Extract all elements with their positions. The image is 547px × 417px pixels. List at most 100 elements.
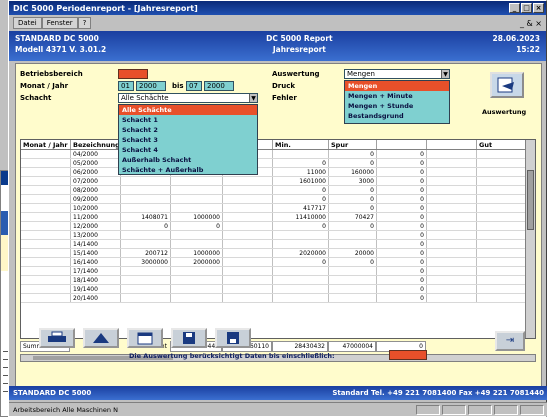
- exit-button[interactable]: ⇥: [495, 331, 525, 351]
- disk-button[interactable]: [215, 328, 251, 348]
- auswertung-option[interactable]: Bestandsgrund: [345, 111, 449, 121]
- column-header[interactable]: Bezeichnung: [71, 140, 121, 149]
- chevron-down-icon[interactable]: ▼: [441, 70, 449, 78]
- table-row[interactable]: 08/2000 0 0 0: [21, 186, 535, 195]
- table-cell: 0: [377, 177, 427, 185]
- table-cell: [273, 276, 329, 284]
- mdi-controls[interactable]: _ & ×: [520, 19, 542, 28]
- chevron-down-icon[interactable]: ▼: [249, 94, 257, 102]
- jahr-bis-field[interactable]: 2000: [204, 81, 234, 91]
- save-button[interactable]: [171, 328, 207, 348]
- monat-von-field[interactable]: 01: [118, 81, 134, 91]
- table-row[interactable]: 20/1400 0: [21, 294, 535, 303]
- table-cell: 2020000: [273, 249, 329, 257]
- table-row[interactable]: 15/1400 200712 1000000 2020000 20000 0: [21, 249, 535, 258]
- schacht-option[interactable]: Alle Schächte: [119, 105, 257, 115]
- auswertung-option[interactable]: Mengen: [345, 81, 449, 91]
- auswertung-option[interactable]: Mengen + Stunde: [345, 101, 449, 111]
- column-header[interactable]: Monat / Jahr: [21, 140, 71, 149]
- table-cell: [477, 168, 527, 176]
- schacht-option[interactable]: Schächte + Außerhalb: [119, 165, 257, 175]
- table-cell: [21, 231, 71, 239]
- minimize-button[interactable]: _: [509, 3, 520, 13]
- table-cell: 2000000: [171, 258, 223, 266]
- betriebsbereich-field[interactable]: [118, 69, 148, 79]
- table-cell: [427, 249, 477, 257]
- header-product: STANDARD DC 5000: [15, 34, 99, 43]
- table-row[interactable]: 04/2000 0 0: [21, 150, 535, 159]
- schacht-option[interactable]: Schacht 1: [119, 115, 257, 125]
- table-row[interactable]: 19/1400 0: [21, 285, 535, 294]
- table-cell: 16/1400: [71, 258, 121, 266]
- table-cell: 417717: [273, 204, 329, 212]
- table-cell: [273, 285, 329, 293]
- table-cell: [427, 195, 477, 203]
- monat-bis-field[interactable]: 07: [186, 81, 202, 91]
- table-cell: 04/2000: [71, 150, 121, 158]
- menu-datei[interactable]: Datei: [13, 17, 42, 29]
- schacht-option[interactable]: Außerhalb Schacht: [119, 155, 257, 165]
- schacht-dropdown-list[interactable]: Alle Schächte Schacht 1 Schacht 2 Schach…: [118, 104, 258, 175]
- table-cell: [427, 258, 477, 266]
- status-cell: [416, 404, 440, 415]
- schacht-option[interactable]: Schacht 2: [119, 125, 257, 135]
- table-cell: 0: [329, 159, 377, 167]
- table-row[interactable]: 06/2000 11000 160000 0: [21, 168, 535, 177]
- menu-help[interactable]: ?: [77, 17, 92, 29]
- table-cell: 0: [121, 222, 171, 230]
- maximize-button[interactable]: □: [521, 3, 532, 13]
- table-cell: 1000000: [171, 249, 223, 257]
- table-cell: [273, 150, 329, 158]
- table-row[interactable]: 09/2000 0 0 0: [21, 195, 535, 204]
- auswertung-dropdown-list[interactable]: Mengen Mengen + Minute Mengen + Stunde B…: [344, 80, 450, 124]
- table-row[interactable]: 18/1400 0: [21, 276, 535, 285]
- menu-fenster[interactable]: Fenster: [41, 17, 78, 29]
- table-row[interactable]: 05/2000 0 0 0: [21, 159, 535, 168]
- auswertung-select[interactable]: Mengen ▼: [344, 69, 450, 79]
- table-row[interactable]: 10/2000 417717 0 0: [21, 204, 535, 213]
- table-cell: [21, 204, 71, 212]
- table-row[interactable]: 14/1400 0: [21, 240, 535, 249]
- table-row[interactable]: 07/2000 1601000 3000 0: [21, 177, 535, 186]
- header-report-title: DC 5000 Report: [266, 34, 333, 43]
- table-cell: [223, 204, 273, 212]
- schacht-option[interactable]: Schacht 3: [119, 135, 257, 145]
- table-cell: [21, 195, 71, 203]
- close-button[interactable]: ×: [533, 3, 544, 13]
- column-header[interactable]: [377, 140, 427, 149]
- window-title: DIC 5000 Periodenreport - [Jahresreport]: [13, 3, 198, 13]
- table-cell: 70427: [329, 213, 377, 221]
- vertical-scrollbar[interactable]: [525, 140, 535, 338]
- table-row[interactable]: 12/2000 0 0 0 0 0: [21, 222, 535, 231]
- chart-button[interactable]: [83, 328, 119, 348]
- title-bar[interactable]: DIC 5000 Periodenreport - [Jahresreport]…: [9, 1, 546, 15]
- column-header[interactable]: Spur: [329, 140, 377, 149]
- table-row[interactable]: 16/1400 3000000 2000000 0 0 0: [21, 258, 535, 267]
- table-cell: [427, 231, 477, 239]
- table-cell: [477, 150, 527, 158]
- header-date: 28.06.2023: [492, 34, 540, 43]
- table-cell: 0: [329, 186, 377, 194]
- table-cell: 0: [377, 195, 427, 203]
- table-cell: 17/1400: [71, 267, 121, 275]
- schacht-option[interactable]: Schacht 4: [119, 145, 257, 155]
- save-icon: [183, 332, 195, 344]
- table-row[interactable]: 11/2000 1408071 1000000 11410000 70427 0: [21, 213, 535, 222]
- print-button[interactable]: [39, 328, 75, 348]
- scrollbar-thumb[interactable]: [527, 170, 534, 230]
- schacht-select[interactable]: Alle Schächte ▼: [118, 93, 258, 103]
- monat-jahr-label: Monat / Jahr: [20, 82, 69, 90]
- column-header[interactable]: Min.: [273, 140, 329, 149]
- calendar-button[interactable]: [127, 328, 163, 348]
- table-row[interactable]: 13/2000 0: [21, 231, 535, 240]
- column-header[interactable]: Gut: [477, 140, 527, 149]
- jahr-von-field[interactable]: 2000: [136, 81, 166, 91]
- betriebsbereich-label: Betriebsbereich: [20, 70, 83, 78]
- table-cell: [477, 267, 527, 275]
- bis-label: bis: [172, 82, 184, 90]
- auswertung-button[interactable]: [490, 72, 524, 98]
- auswertung-option[interactable]: Mengen + Minute: [345, 91, 449, 101]
- table-row[interactable]: 17/1400 0: [21, 267, 535, 276]
- calendar-icon: [137, 332, 153, 345]
- column-header[interactable]: [427, 140, 477, 149]
